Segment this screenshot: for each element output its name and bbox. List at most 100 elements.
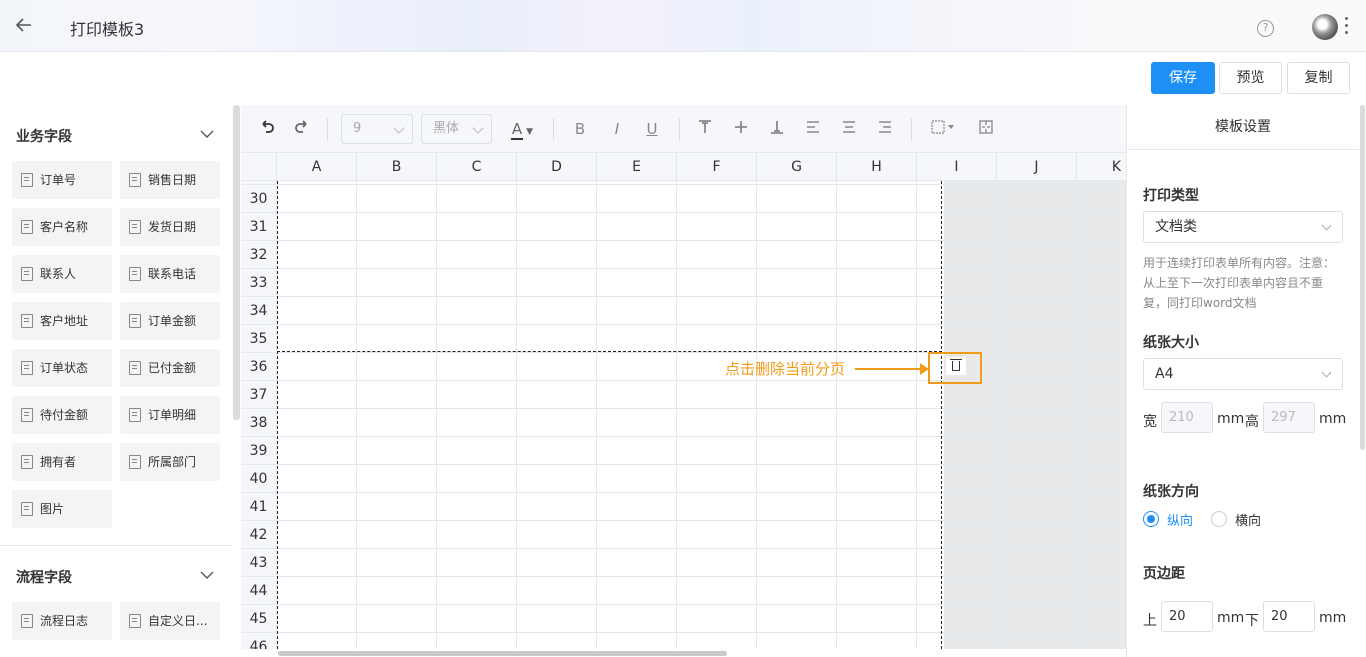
- back-arrow-icon[interactable]: [14, 15, 36, 37]
- grid-row-line: [277, 436, 1126, 437]
- align-bottom-icon[interactable]: [768, 119, 786, 139]
- bottom-margin-input[interactable]: 20: [1263, 601, 1315, 632]
- top-bar: 打印模板3 ?: [0, 0, 1366, 52]
- column-header[interactable]: I: [917, 153, 997, 181]
- business-field-item[interactable]: 待付金额: [12, 396, 112, 434]
- delete-page-button[interactable]: [946, 357, 966, 375]
- business-field-item[interactable]: 订单金额: [120, 302, 220, 340]
- column-header[interactable]: F: [677, 153, 757, 181]
- row-header[interactable]: 40: [241, 465, 277, 493]
- more-menu-icon[interactable]: [1345, 17, 1349, 37]
- row-header[interactable]: 35: [241, 325, 277, 353]
- portrait-label[interactable]: 纵向: [1167, 510, 1193, 529]
- business-field-item[interactable]: 联系人: [12, 255, 112, 293]
- row-header[interactable]: 36: [241, 353, 277, 381]
- font-color-button[interactable]: A ▼: [507, 119, 537, 140]
- align-top-icon[interactable]: [696, 119, 714, 139]
- column-header[interactable]: E: [597, 153, 677, 181]
- row-header[interactable]: 44: [241, 577, 277, 605]
- grid-column-line: [516, 181, 517, 649]
- row-header[interactable]: 43: [241, 549, 277, 577]
- business-field-item[interactable]: 发货日期: [120, 208, 220, 246]
- top-margin-input[interactable]: 20: [1161, 601, 1213, 632]
- right-scrollbar[interactable]: [1360, 105, 1365, 450]
- merge-cells-icon[interactable]: [977, 119, 995, 139]
- align-center-icon[interactable]: [840, 119, 858, 139]
- avatar[interactable]: [1312, 14, 1338, 40]
- row-header[interactable]: 31: [241, 213, 277, 241]
- print-type-select[interactable]: 文档类: [1143, 211, 1343, 243]
- align-right-icon[interactable]: [876, 119, 894, 139]
- business-field-item[interactable]: 图片: [12, 490, 112, 528]
- column-header[interactable]: D: [517, 153, 597, 181]
- business-field-item[interactable]: 客户名称: [12, 208, 112, 246]
- grid-column-line: [1076, 181, 1077, 649]
- row-header[interactable]: 41: [241, 493, 277, 521]
- landscape-label[interactable]: 横向: [1235, 510, 1261, 529]
- flow-field-item[interactable]: 自定义日...: [120, 602, 220, 640]
- column-header[interactable]: H: [837, 153, 917, 181]
- spreadsheet-grid[interactable]: ABCDEFGHIJK 2930313233343536373839404142…: [241, 153, 1126, 649]
- column-header[interactable]: B: [357, 153, 437, 181]
- business-field-item[interactable]: 拥有者: [12, 443, 112, 481]
- copy-button[interactable]: 复制: [1287, 62, 1350, 94]
- row-header[interactable]: 39: [241, 437, 277, 465]
- width-input[interactable]: 210: [1161, 402, 1213, 433]
- column-header[interactable]: A: [277, 153, 357, 181]
- field-icon: [129, 314, 141, 328]
- align-middle-icon[interactable]: [732, 119, 750, 139]
- chevron-down-icon: [1321, 367, 1332, 378]
- field-label: 所属部门: [148, 455, 197, 469]
- row-header[interactable]: 46: [241, 633, 277, 649]
- left-scrollbar[interactable]: [233, 105, 240, 420]
- column-header[interactable]: G: [757, 153, 837, 181]
- row-header[interactable]: 30: [241, 185, 277, 213]
- paper-size-select[interactable]: A4: [1143, 358, 1343, 390]
- business-field-item[interactable]: 所属部门: [120, 443, 220, 481]
- row-header[interactable]: 34: [241, 297, 277, 325]
- business-field-item[interactable]: 订单明细: [120, 396, 220, 434]
- format-toolbar: 9 黑体 A ▼ B I U: [241, 105, 1126, 153]
- business-field-item[interactable]: 已付金额: [120, 349, 220, 387]
- template-settings-panel: 模板设置 打印类型 文档类 用于连续打印表单所有内容。注意：从上至下一次打印表单…: [1126, 105, 1359, 657]
- business-field-item[interactable]: 联系电话: [120, 255, 220, 293]
- grid-row-line: [277, 548, 1126, 549]
- border-select-icon[interactable]: [929, 119, 959, 139]
- column-header[interactable]: K: [1077, 153, 1126, 181]
- height-input[interactable]: 297: [1263, 402, 1315, 433]
- flow-field-item[interactable]: 流程日志: [12, 602, 112, 640]
- align-left-icon[interactable]: [804, 119, 822, 139]
- font-family-select[interactable]: 黑体: [421, 114, 492, 144]
- font-size-select[interactable]: 9: [341, 114, 413, 144]
- grid-row-line: [277, 632, 1126, 633]
- bold-button[interactable]: B: [570, 119, 590, 139]
- horizontal-scrollbar[interactable]: [278, 651, 727, 656]
- business-field-item[interactable]: 订单状态: [12, 349, 112, 387]
- preview-button[interactable]: 预览: [1219, 62, 1282, 94]
- underline-button[interactable]: U: [642, 119, 662, 139]
- undo-icon[interactable]: [257, 119, 277, 139]
- grid-row-line: [277, 240, 1126, 241]
- italic-button[interactable]: I: [607, 119, 627, 139]
- help-icon[interactable]: ?: [1257, 20, 1274, 37]
- row-header[interactable]: 33: [241, 269, 277, 297]
- redo-icon[interactable]: [292, 119, 312, 139]
- business-field-item[interactable]: 客户地址: [12, 302, 112, 340]
- row-header[interactable]: 38: [241, 409, 277, 437]
- business-field-item[interactable]: 订单号: [12, 161, 112, 199]
- row-header[interactable]: 37: [241, 381, 277, 409]
- grid-row-line: [277, 184, 1126, 185]
- page-boundary-right: [941, 181, 942, 649]
- row-header[interactable]: 45: [241, 605, 277, 633]
- save-button[interactable]: 保存: [1151, 62, 1215, 94]
- row-header[interactable]: 32: [241, 241, 277, 269]
- portrait-radio[interactable]: [1143, 511, 1159, 527]
- row-header[interactable]: 42: [241, 521, 277, 549]
- chevron-down-icon[interactable]: [200, 127, 214, 141]
- chevron-down-icon[interactable]: [200, 568, 214, 582]
- column-header[interactable]: C: [437, 153, 517, 181]
- business-field-item[interactable]: 销售日期: [120, 161, 220, 199]
- column-header[interactable]: J: [997, 153, 1077, 181]
- field-label: 拥有者: [40, 455, 77, 469]
- landscape-radio[interactable]: [1211, 511, 1227, 527]
